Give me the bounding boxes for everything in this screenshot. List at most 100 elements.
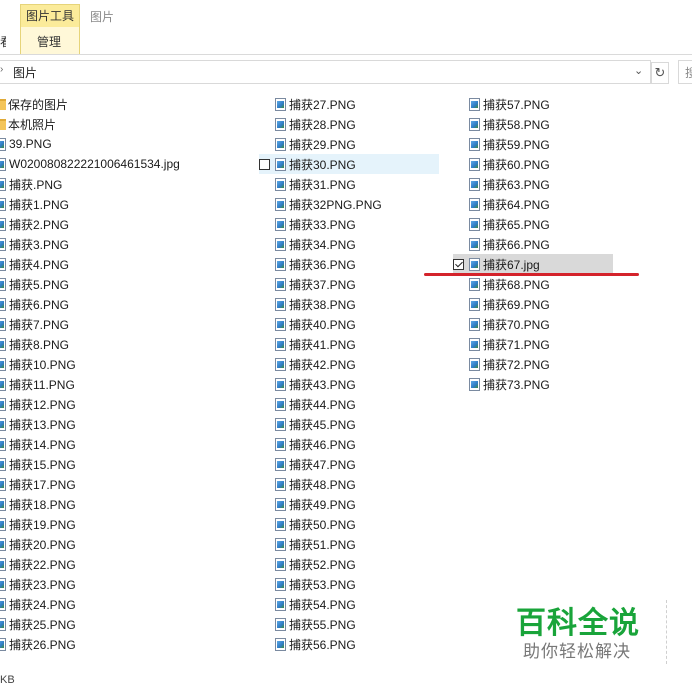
checkbox[interactable] (259, 219, 270, 230)
checkbox[interactable] (259, 319, 270, 330)
checkbox[interactable] (259, 639, 270, 650)
checkbox[interactable] (259, 579, 270, 590)
checkbox[interactable] (259, 359, 270, 370)
checkbox[interactable] (259, 619, 270, 630)
checkbox[interactable] (259, 158, 270, 170)
file-item[interactable]: 捕获26.PNG (0, 634, 255, 654)
file-item[interactable]: 捕获64.PNG (453, 194, 613, 214)
folder-item[interactable]: 本机照片 (0, 114, 255, 134)
checkbox[interactable] (453, 179, 464, 190)
checkbox[interactable] (259, 439, 270, 450)
file-item[interactable]: 捕获7.PNG (0, 314, 255, 334)
file-item[interactable]: 捕获71.PNG (453, 334, 613, 354)
checkbox[interactable] (259, 279, 270, 290)
refresh-icon[interactable]: ↻ (651, 62, 669, 84)
file-item[interactable]: 捕获8.PNG (0, 334, 255, 354)
breadcrumb-current[interactable]: 图片 (13, 64, 37, 81)
checkbox[interactable] (259, 559, 270, 570)
file-item[interactable]: 捕获43.PNG (259, 374, 439, 394)
checkbox[interactable] (259, 239, 270, 250)
checkbox[interactable] (453, 359, 464, 370)
file-item[interactable]: 捕获73.PNG (453, 374, 613, 394)
file-item[interactable]: 捕获12.PNG (0, 394, 255, 414)
file-item[interactable]: 捕获28.PNG (259, 114, 439, 134)
file-item[interactable]: 捕获6.PNG (0, 294, 255, 314)
file-item[interactable]: 捕获68.PNG (453, 274, 613, 294)
checkbox[interactable] (259, 599, 270, 610)
file-item[interactable]: 捕获54.PNG (259, 594, 439, 614)
file-item[interactable]: 捕获65.PNG (453, 214, 613, 234)
file-item[interactable]: 捕获44.PNG (259, 394, 439, 414)
checkbox[interactable] (259, 539, 270, 550)
checkbox[interactable] (259, 419, 270, 430)
file-item[interactable]: 捕获2.PNG (0, 214, 255, 234)
file-item[interactable]: 捕获49.PNG (259, 494, 439, 514)
file-item[interactable]: 捕获.PNG (0, 174, 255, 194)
file-item[interactable]: 捕获10.PNG (0, 354, 255, 374)
folder-item[interactable]: 保存的图片 (0, 94, 255, 114)
file-item[interactable]: 捕获32PNG.PNG (259, 194, 439, 214)
checkbox[interactable] (259, 99, 270, 110)
checkbox[interactable] (259, 199, 270, 210)
checkbox[interactable] (259, 179, 270, 190)
file-item[interactable]: 捕获52.PNG (259, 554, 439, 574)
file-item[interactable]: 捕获55.PNG (259, 614, 439, 634)
checkbox[interactable] (453, 199, 464, 210)
file-item[interactable]: 捕获17.PNG (0, 474, 255, 494)
file-item[interactable]: 捕获60.PNG (453, 154, 613, 174)
file-item[interactable]: 捕获58.PNG (453, 114, 613, 134)
file-item[interactable]: 捕获1.PNG (0, 194, 255, 214)
checkbox[interactable] (259, 339, 270, 350)
checkbox[interactable] (259, 259, 270, 270)
file-item[interactable]: 捕获48.PNG (259, 474, 439, 494)
checkbox[interactable] (453, 379, 464, 390)
file-item[interactable]: 捕获15.PNG (0, 454, 255, 474)
file-item[interactable]: 捕获22.PNG (0, 554, 255, 574)
file-item[interactable]: 捕获51.PNG (259, 534, 439, 554)
file-item[interactable]: 捕获38.PNG (259, 294, 439, 314)
file-item[interactable]: 捕获11.PNG (0, 374, 255, 394)
file-item[interactable]: 捕获25.PNG (0, 614, 255, 634)
file-item[interactable]: 捕获30.PNG (259, 154, 439, 174)
checkbox[interactable] (453, 219, 464, 230)
file-item[interactable]: 捕获46.PNG (259, 434, 439, 454)
chevron-down-icon[interactable]: ⌄ (634, 64, 643, 77)
checkbox[interactable] (453, 319, 464, 330)
file-item[interactable]: 捕获41.PNG (259, 334, 439, 354)
file-item[interactable]: 捕获59.PNG (453, 134, 613, 154)
file-item[interactable]: 捕获47.PNG (259, 454, 439, 474)
file-item[interactable]: 捕获20.PNG (0, 534, 255, 554)
file-item[interactable]: 捕获4.PNG (0, 254, 255, 274)
checkbox[interactable] (453, 339, 464, 350)
checkbox[interactable] (259, 119, 270, 130)
file-item[interactable]: 捕获24.PNG (0, 594, 255, 614)
file-item[interactable]: 捕获56.PNG (259, 634, 439, 654)
file-item[interactable]: 捕获53.PNG (259, 574, 439, 594)
checkbox[interactable] (453, 159, 464, 170)
file-item[interactable]: 捕获40.PNG (259, 314, 439, 334)
checkbox[interactable] (259, 479, 270, 490)
checkbox[interactable] (453, 299, 464, 310)
checkbox[interactable] (453, 279, 464, 290)
file-item[interactable]: 捕获72.PNG (453, 354, 613, 374)
file-item[interactable]: 捕获67.jpg (453, 254, 613, 274)
picture-tools-tab[interactable]: 图片工具 (20, 4, 80, 27)
checkbox[interactable] (453, 119, 464, 130)
file-item[interactable]: 捕获36.PNG (259, 254, 439, 274)
file-item[interactable]: 捕获70.PNG (453, 314, 613, 334)
file-item[interactable]: 捕获23.PNG (0, 574, 255, 594)
file-item[interactable]: 捕获31.PNG (259, 174, 439, 194)
checkbox[interactable] (259, 379, 270, 390)
file-item[interactable]: 捕获5.PNG (0, 274, 255, 294)
file-item[interactable]: 捕获29.PNG (259, 134, 439, 154)
checkbox[interactable] (259, 399, 270, 410)
checkbox[interactable] (259, 499, 270, 510)
file-item[interactable]: 捕获37.PNG (259, 274, 439, 294)
file-item[interactable]: 捕获63.PNG (453, 174, 613, 194)
file-item[interactable]: 捕获3.PNG (0, 234, 255, 254)
file-item[interactable]: 捕获50.PNG (259, 514, 439, 534)
file-item[interactable]: 捕获57.PNG (453, 94, 613, 114)
file-item[interactable]: 捕获33.PNG (259, 214, 439, 234)
file-item[interactable]: 捕获66.PNG (453, 234, 613, 254)
checkbox[interactable] (259, 459, 270, 470)
